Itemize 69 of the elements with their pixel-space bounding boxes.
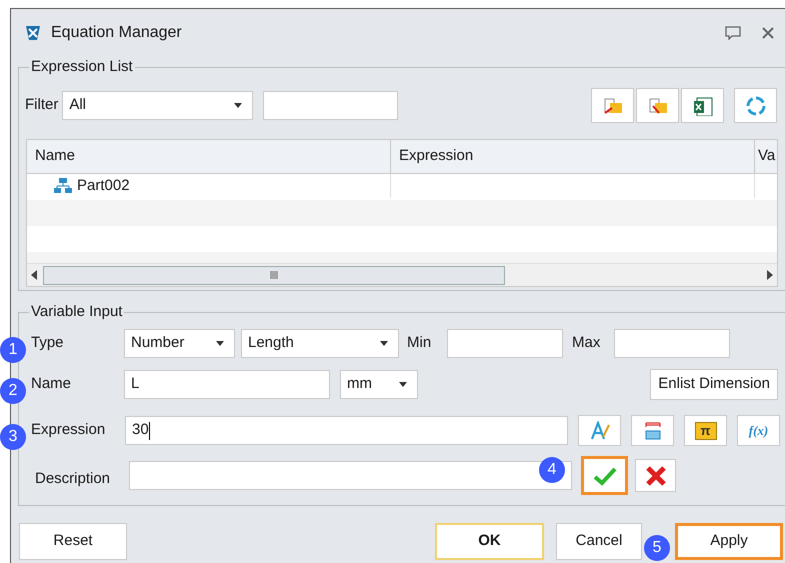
dropdown-value: mm xyxy=(347,374,372,394)
enlist-dimension-button[interactable]: Enlist Dimension xyxy=(650,369,778,400)
dropdown-caret-icon xyxy=(380,340,388,346)
filter-label: Filter xyxy=(25,95,58,116)
app-logo-icon xyxy=(23,23,43,43)
field-label: Type xyxy=(31,332,65,353)
dialog-button[interactable]: Cancel xyxy=(556,523,642,560)
column-header[interactable]: Expression xyxy=(391,140,755,173)
input-field[interactable] xyxy=(614,328,730,358)
scrollbar-thumb[interactable] xyxy=(43,266,505,284)
toolbar-button[interactable] xyxy=(636,88,679,123)
dropdown-caret-icon xyxy=(399,382,407,387)
import-file-icon xyxy=(602,96,624,116)
field-label: Expression xyxy=(31,420,106,440)
dialog-button[interactable]: OK xyxy=(435,523,544,560)
tool-button[interactable]: π xyxy=(684,415,727,446)
dropdown-caret-icon xyxy=(216,340,224,346)
comment-icon xyxy=(725,26,741,40)
dropdown-value: All xyxy=(69,95,86,116)
input-field[interactable] xyxy=(129,461,572,490)
dropdown[interactable]: Length xyxy=(241,328,399,358)
tree-item-label[interactable]: Part002 xyxy=(77,174,130,198)
dialog-button[interactable]: Reset xyxy=(19,523,127,560)
spreadsheet-icon xyxy=(692,96,714,116)
dropdown-value: Length xyxy=(248,332,294,353)
input-field[interactable] xyxy=(263,91,398,120)
pi-symbol: π xyxy=(694,422,716,440)
field-value: L xyxy=(131,374,140,394)
input-field[interactable] xyxy=(447,328,563,358)
field-label: Max xyxy=(572,332,602,353)
discard-button[interactable] xyxy=(635,459,676,492)
function-symbol: f(x) xyxy=(748,422,768,440)
field-label: Description xyxy=(35,469,112,489)
hierarchy-icon xyxy=(53,177,73,195)
input-field[interactable]: 30 xyxy=(125,416,568,445)
toolbar-button[interactable] xyxy=(681,88,724,123)
tool-button[interactable] xyxy=(578,415,621,446)
confirm-button[interactable] xyxy=(581,456,628,495)
window-title: Equation Manager xyxy=(51,23,182,43)
field-label: Min xyxy=(407,332,432,353)
dropdown-value: Number xyxy=(131,332,184,353)
field-value: 30 xyxy=(132,420,149,440)
dropdown[interactable]: mm xyxy=(340,370,418,399)
refresh-button[interactable] xyxy=(734,88,777,123)
input-field[interactable]: L xyxy=(124,370,330,399)
dropdown[interactable]: Number xyxy=(124,328,235,358)
tool-button[interactable] xyxy=(631,415,674,446)
column-header[interactable]: Va xyxy=(755,140,777,173)
group-title: Variable Input xyxy=(29,302,124,322)
cross-icon xyxy=(644,464,666,486)
column-header[interactable]: Name xyxy=(27,140,391,173)
letter-pen-icon xyxy=(588,420,610,440)
field-label: Name xyxy=(31,374,72,394)
dialog-button[interactable]: Apply xyxy=(675,523,783,560)
dimension-icon xyxy=(642,420,662,440)
toolbar-button[interactable] xyxy=(591,88,634,123)
step-number: 3 xyxy=(0,424,26,450)
refresh-icon xyxy=(744,94,766,116)
group-title: Expression List xyxy=(29,57,135,77)
text-cursor xyxy=(148,422,150,440)
dropdown[interactable]: All xyxy=(62,91,254,120)
step-number: 1 xyxy=(0,337,26,363)
grip-icon xyxy=(269,270,279,280)
step-number: 2 xyxy=(0,378,26,404)
checkmark-icon xyxy=(592,466,616,486)
tool-button[interactable]: f(x) xyxy=(737,415,780,446)
close-icon[interactable] xyxy=(761,26,775,40)
dropdown-caret-icon xyxy=(234,103,242,108)
export-file-icon xyxy=(646,96,668,116)
